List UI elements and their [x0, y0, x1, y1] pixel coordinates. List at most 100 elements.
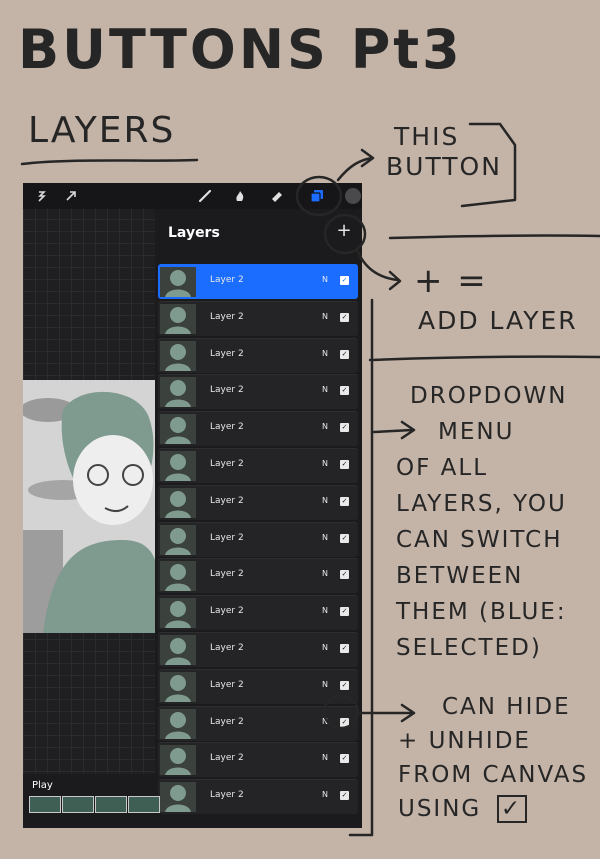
layer-row[interactable]: Layer 2 N ✓: [158, 374, 358, 410]
layer-row[interactable]: Layer 2 N ✓: [158, 595, 358, 631]
layer-blend-mode[interactable]: N: [322, 459, 328, 468]
arrow-add-layer: [356, 250, 400, 282]
eraser-icon[interactable]: [267, 186, 287, 206]
annotation-line: THIS: [394, 122, 460, 151]
layer-thumbnail: [160, 340, 196, 371]
annotation-line: CAN HIDE: [442, 694, 571, 720]
arrow-this-button: [336, 156, 374, 182]
annotation-line: FROM CANVAS: [398, 762, 589, 788]
layer-blend-mode[interactable]: N: [322, 790, 328, 799]
layer-row[interactable]: Layer 2 N ✓: [158, 300, 358, 336]
annotation-using-text: USING: [398, 796, 482, 822]
layer-row[interactable]: Layer 2 N ✓: [158, 779, 358, 815]
layer-visibility-checkbox[interactable]: ✓: [340, 276, 349, 285]
layer-thumbnail: [160, 267, 196, 297]
layer-name: Layer 2: [210, 643, 244, 653]
layers-icon[interactable]: [307, 186, 327, 206]
layer-visibility-checkbox[interactable]: ✓: [340, 349, 349, 359]
add-layer-button[interactable]: +: [334, 221, 354, 241]
layer-visibility-checkbox[interactable]: ✓: [340, 460, 349, 469]
annotation-line: + UNHIDE: [398, 728, 531, 754]
annotation-line: THEM (BLUE:: [396, 599, 567, 625]
layer-blend-mode[interactable]: N: [322, 496, 328, 505]
layer-name: Layer 2: [210, 275, 244, 285]
layer-blend-mode[interactable]: N: [322, 349, 328, 358]
layer-row[interactable]: Layer 2 N ✓: [158, 337, 358, 373]
layer-visibility-checkbox[interactable]: ✓: [340, 386, 349, 396]
layer-blend-mode[interactable]: N: [322, 680, 328, 689]
layer-thumbnail: [160, 635, 196, 665]
layer-blend-mode[interactable]: N: [322, 753, 328, 762]
layer-visibility-checkbox[interactable]: ✓: [340, 680, 349, 690]
layer-row[interactable]: Layer 2 N ✓: [158, 632, 358, 667]
layer-visibility-checkbox[interactable]: ✓: [340, 423, 349, 433]
annotation-line: MENU: [438, 419, 515, 445]
layer-visibility-checkbox[interactable]: ✓: [340, 312, 349, 322]
annotation-line: BUTTON: [386, 152, 502, 181]
layer-thumbnail: [160, 414, 196, 445]
layer-row[interactable]: Layer 2 N ✓: [158, 448, 358, 483]
annotation-dropdown: DROPDOWN MENU OF ALL LAYERS, YOU CAN SWI…: [396, 378, 567, 666]
layer-name: Layer 2: [210, 459, 244, 469]
layer-name: Layer 2: [210, 716, 244, 727]
layer-name: Layer 2: [210, 569, 244, 580]
animation-frame[interactable]: [62, 796, 94, 813]
smudge-icon[interactable]: [230, 186, 250, 206]
layer-row[interactable]: Layer 2 N ✓: [158, 705, 358, 741]
layer-thumbnail: [160, 451, 196, 481]
selection-icon[interactable]: [32, 186, 52, 206]
layer-blend-mode[interactable]: N: [322, 569, 328, 578]
layer-blend-mode[interactable]: N: [322, 606, 328, 615]
top-toolbar: [23, 183, 362, 209]
layer-row[interactable]: Layer 2 N ✓: [158, 484, 358, 520]
layer-row[interactable]: Layer 2 N ✓: [158, 521, 358, 557]
layer-blend-mode[interactable]: N: [322, 275, 328, 284]
layer-visibility-checkbox[interactable]: ✓: [340, 607, 349, 617]
annotation-line: USING ✓: [398, 792, 588, 826]
layer-name: Layer 2: [210, 532, 244, 543]
layer-visibility-checkbox[interactable]: ✓: [340, 754, 349, 764]
animation-frame[interactable]: [29, 796, 61, 813]
animation-frame[interactable]: [95, 796, 127, 813]
annotation-line: SELECTED): [396, 635, 542, 661]
layer-visibility-checkbox[interactable]: ✓: [340, 644, 349, 653]
layer-blend-mode[interactable]: N: [322, 643, 328, 652]
layer-visibility-checkbox[interactable]: ✓: [340, 496, 349, 506]
transform-arrow-icon[interactable]: [61, 186, 81, 206]
layer-blend-mode[interactable]: N: [322, 717, 328, 726]
layer-visibility-checkbox[interactable]: ✓: [340, 533, 349, 543]
layer-name: Layer 2: [210, 311, 244, 322]
layer-visibility-checkbox[interactable]: ✓: [340, 570, 349, 580]
layer-name: Layer 2: [210, 790, 244, 801]
layer-row[interactable]: Layer 2 N ✓: [158, 668, 358, 704]
annotation-this-button: THIS BUTTON: [386, 122, 502, 182]
layer-row[interactable]: Layer 2 N ✓: [158, 264, 358, 299]
layer-visibility-checkbox[interactable]: ✓: [340, 791, 349, 801]
layer-thumbnail: [160, 598, 196, 629]
layer-name: Layer 2: [210, 753, 244, 764]
canvas-artwork: [23, 380, 158, 633]
layer-blend-mode[interactable]: N: [322, 385, 328, 394]
play-button[interactable]: Play: [32, 780, 53, 791]
layer-thumbnail: [160, 708, 196, 739]
layer-row[interactable]: Layer 2 N ✓: [158, 411, 358, 447]
page-title: BUTTONS Pt3: [18, 18, 463, 81]
layer-thumbnail: [160, 782, 196, 813]
layer-thumbnail: [160, 561, 196, 592]
layer-blend-mode[interactable]: N: [322, 422, 328, 431]
annotation-line: OF ALL: [396, 455, 489, 481]
color-swatch-icon[interactable]: [343, 186, 361, 206]
layer-visibility-checkbox[interactable]: ✓: [340, 717, 349, 727]
layer-name: Layer 2: [210, 422, 244, 433]
layer-thumbnail: [160, 745, 196, 776]
layer-name: Layer 2: [210, 385, 244, 396]
layer-blend-mode[interactable]: N: [322, 533, 328, 542]
layer-blend-mode[interactable]: N: [322, 312, 328, 321]
annotation-add-layer: ADD LAYER: [418, 306, 578, 335]
layer-thumbnail: [160, 524, 196, 555]
layer-row[interactable]: Layer 2 N ✓: [158, 742, 358, 778]
animation-frame[interactable]: [128, 796, 160, 813]
layer-thumbnail: [160, 671, 196, 702]
layer-row[interactable]: Layer 2 N ✓: [158, 558, 358, 594]
brush-icon[interactable]: [195, 186, 215, 206]
